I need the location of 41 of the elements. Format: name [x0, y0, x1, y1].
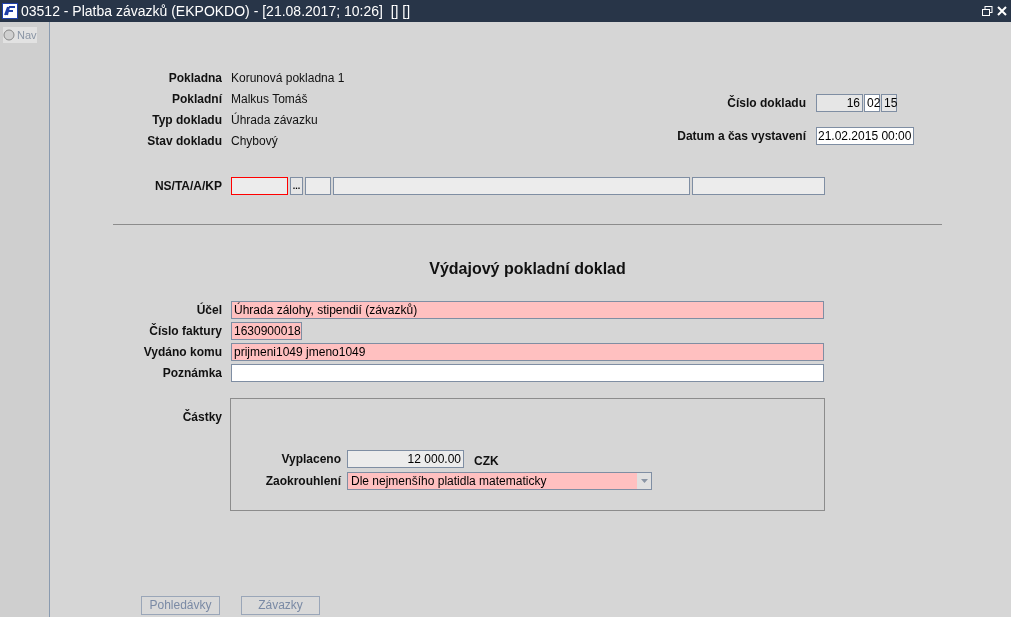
- field-label: Vyplaceno: [280, 451, 341, 468]
- field-label: NS/TA/A/KP: [153, 178, 222, 195]
- input-field[interactable]: 02: [864, 94, 880, 113]
- field-label: Pokladní: [171, 90, 222, 108]
- input-field[interactable]: 15: [881, 94, 897, 113]
- form-heading: Výdajový pokladní doklad: [428, 259, 627, 279]
- app-logo-icon: [2, 3, 18, 19]
- field-label: Pokladna: [167, 69, 222, 87]
- close-icon[interactable]: [997, 6, 1007, 16]
- amount-field[interactable]: 12 000.00: [347, 450, 464, 468]
- input-field[interactable]: [231, 364, 824, 382]
- field-value: Korunová pokladna 1: [231, 69, 345, 87]
- input-field[interactable]: 1630900018: [231, 322, 302, 340]
- field-label: Stav dokladu: [146, 132, 222, 150]
- field-value: Malkus Tomáš: [231, 90, 309, 108]
- field-label: Typ dokladu: [151, 111, 222, 129]
- dropdown-arrow-icon: [640, 479, 648, 483]
- field-label: Zaokrouhlení: [264, 473, 341, 490]
- input-field[interactable]: prijmeni1049 jmeno1049: [231, 343, 824, 361]
- field-label: Účel: [195, 301, 222, 319]
- field-label: Číslo faktury: [148, 322, 222, 340]
- input-field[interactable]: [333, 177, 690, 195]
- field-value: Chybový: [231, 132, 279, 150]
- input-field[interactable]: Úhrada zálohy, stipendií (závazků): [231, 301, 824, 319]
- date-field[interactable]: 21.02.2015 00:00: [816, 126, 914, 145]
- input-field[interactable]: [231, 177, 288, 195]
- group-label: Částky: [181, 408, 222, 426]
- input-field[interactable]: [305, 177, 331, 195]
- field-label: Vydáno komu: [142, 344, 222, 361]
- field-value: Úhrada závazku: [231, 111, 319, 129]
- window-title: 03512 - Platba závazků (EKPOKDO) - [21.08.2017; 10:26] [] []: [21, 1, 411, 21]
- input-field[interactable]: [692, 177, 825, 195]
- field-label: Datum a čas vystavení: [677, 127, 806, 145]
- currency-label: CZK: [474, 453, 499, 470]
- restore-icon[interactable]: [982, 6, 993, 16]
- field-label: Číslo dokladu: [726, 94, 806, 113]
- input-field[interactable]: 16: [816, 94, 863, 113]
- rounding-dropdown[interactable]: Dle nejmenšího platidla matematicky: [347, 472, 652, 490]
- field-label: Poznámka: [161, 365, 222, 382]
- browse-button[interactable]: ...: [290, 177, 303, 195]
- radio-icon: [3, 29, 15, 41]
